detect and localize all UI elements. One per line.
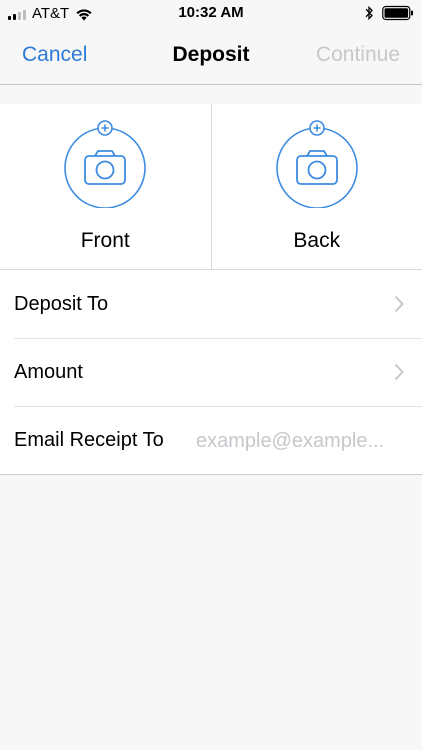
bluetooth-icon [365, 5, 373, 21]
check-capture-panel: Front Back [0, 104, 422, 270]
camera-icon [275, 120, 358, 208]
amount-label: Amount [14, 360, 83, 383]
continue-button[interactable]: Continue [316, 43, 400, 67]
battery-icon [382, 5, 413, 21]
navigation-bar: Cancel Deposit Continue [0, 28, 422, 85]
status-time: 10:32 AM [178, 4, 244, 21]
email-receipt-row: Email Receipt To [0, 406, 422, 474]
chevron-right-icon [394, 363, 404, 381]
back-label: Back [293, 229, 341, 252]
email-receipt-input[interactable] [196, 428, 408, 454]
camera-icon [64, 120, 147, 208]
status-right [364, 5, 414, 21]
deposit-form: Deposit To Amount Email Receipt To [0, 270, 422, 475]
chevron-right-icon [394, 295, 404, 313]
capture-front-button[interactable]: Front [0, 104, 211, 269]
deposit-screen: AT&T 10:32 AM Cancel Deposit Continue Fr… [0, 0, 422, 750]
status-bar: AT&T 10:32 AM [0, 0, 422, 28]
deposit-to-label: Deposit To [14, 292, 109, 315]
deposit-to-row[interactable]: Deposit To [0, 270, 422, 338]
capture-back-button[interactable]: Back [210, 104, 422, 269]
amount-row[interactable]: Amount [0, 338, 422, 406]
email-receipt-label: Email Receipt To [14, 428, 164, 451]
front-label: Front [80, 229, 130, 252]
cancel-button[interactable]: Cancel [22, 43, 87, 67]
